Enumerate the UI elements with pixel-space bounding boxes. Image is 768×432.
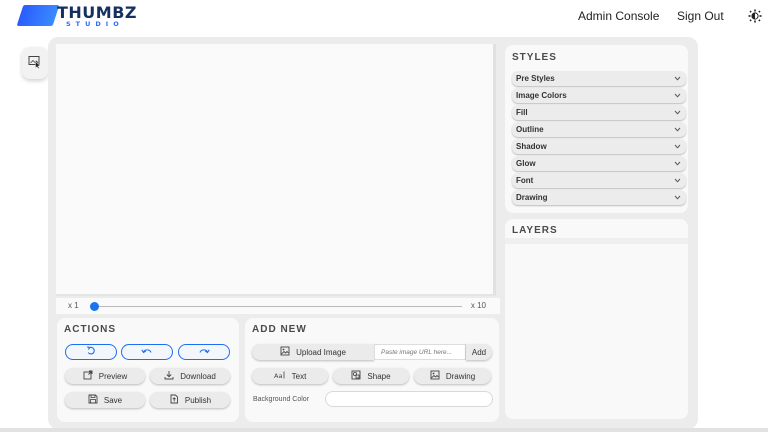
style-accordion-label: Pre Styles [516, 74, 555, 83]
background-image-button[interactable] [22, 47, 48, 79]
add-text-button[interactable]: Aa Text [252, 368, 328, 384]
zoom-slider-thumb[interactable] [90, 302, 99, 311]
style-accordion-outline[interactable]: Outline [512, 122, 686, 137]
thumbz-studio-logo[interactable]: THUMBZ STUDIO [16, 3, 137, 28]
chevron-down-icon [674, 76, 681, 81]
reset-icon [86, 346, 96, 358]
actions-panel: ACTIONS Preview Download Save Publish [57, 318, 239, 422]
undo-button[interactable] [121, 344, 173, 360]
style-accordion-label: Image Colors [516, 91, 567, 100]
text-icon: Aa [274, 370, 286, 382]
download-button[interactable]: Download [150, 368, 230, 384]
chevron-down-icon [674, 144, 681, 149]
chevron-down-icon [674, 127, 681, 132]
publish-icon [169, 394, 179, 406]
style-accordion-pre-styles[interactable]: Pre Styles [512, 71, 686, 86]
redo-button[interactable] [178, 344, 230, 360]
chevron-down-icon [674, 195, 681, 200]
undo-icon [141, 346, 153, 358]
preview-label: Preview [98, 371, 128, 381]
publish-label: Publish [184, 395, 212, 405]
shape-icon [351, 370, 361, 382]
thumbnail-canvas[interactable] [56, 44, 496, 296]
style-accordion-image-colors[interactable]: Image Colors [512, 88, 686, 103]
style-accordion-label: Font [516, 176, 534, 185]
page-bottom-edge [0, 428, 768, 432]
svg-text:Aa: Aa [274, 372, 282, 380]
preview-icon [83, 370, 93, 382]
image-cursor-icon [28, 54, 42, 73]
zoom-min-label: x 1 [68, 301, 79, 310]
chevron-down-icon [674, 110, 681, 115]
sign-out-link[interactable]: Sign Out [677, 9, 724, 23]
admin-console-link[interactable]: Admin Console [578, 9, 659, 23]
style-accordion-label: Glow [516, 159, 536, 168]
actions-title: ACTIONS [64, 324, 116, 335]
save-icon [88, 394, 98, 406]
reset-button[interactable] [65, 344, 117, 360]
download-label: Download [180, 371, 216, 381]
style-accordion-drawing[interactable]: Drawing [512, 190, 686, 205]
redo-icon [198, 346, 210, 358]
image-url-input[interactable] [374, 344, 466, 360]
app-header: THUMBZ STUDIO Admin Console Sign Out [0, 0, 768, 34]
zoom-max-label: x 10 [470, 301, 486, 310]
image-icon [280, 346, 290, 358]
add-new-panel: ADD NEW Upload Image Add Aa Text Shape D… [245, 318, 499, 422]
styles-title: STYLES [512, 52, 557, 63]
chevron-down-icon [674, 161, 681, 166]
upload-image-label: Upload Image [296, 347, 346, 357]
drawing-icon [430, 370, 440, 382]
style-accordion-glow[interactable]: Glow [512, 156, 686, 171]
style-accordion-font[interactable]: Font [512, 173, 686, 188]
styles-panel: STYLES Pre Styles Image Colors Fill Outl… [505, 45, 688, 213]
style-accordion-label: Drawing [516, 193, 548, 202]
brightness-icon[interactable] [748, 8, 762, 23]
add-url-button[interactable]: Add [466, 344, 492, 360]
add-new-title: ADD NEW [252, 324, 307, 335]
publish-button[interactable]: Publish [150, 392, 230, 408]
style-accordion-label: Fill [516, 108, 528, 117]
add-shape-button[interactable]: Shape [333, 368, 409, 384]
style-accordion-label: Outline [516, 125, 544, 134]
logo-mark [16, 5, 60, 26]
layers-divider [505, 238, 688, 244]
logo-subtext: STUDIO [66, 20, 124, 28]
text-label: Text [291, 371, 307, 381]
drawing-label: Drawing [445, 371, 476, 381]
add-drawing-button[interactable]: Drawing [414, 368, 491, 384]
shape-label: Shape [367, 371, 391, 381]
zoom-bar: x 1 x 10 [56, 298, 500, 314]
background-color-input[interactable] [325, 391, 493, 407]
save-label: Save [103, 395, 123, 405]
chevron-down-icon [674, 93, 681, 98]
save-button[interactable]: Save [65, 392, 145, 408]
chevron-down-icon [674, 178, 681, 183]
add-url-label: Add [471, 347, 487, 357]
layers-title: LAYERS [512, 225, 558, 236]
style-accordion-shadow[interactable]: Shadow [512, 139, 686, 154]
download-icon [164, 370, 174, 382]
layers-panel: LAYERS [505, 219, 688, 419]
background-color-label: Background Color [253, 396, 310, 403]
preview-button[interactable]: Preview [65, 368, 145, 384]
upload-image-button[interactable]: Upload Image [252, 344, 374, 360]
zoom-slider-track[interactable] [94, 306, 462, 307]
style-accordion-fill[interactable]: Fill [512, 105, 686, 120]
style-accordion-label: Shadow [516, 142, 547, 151]
